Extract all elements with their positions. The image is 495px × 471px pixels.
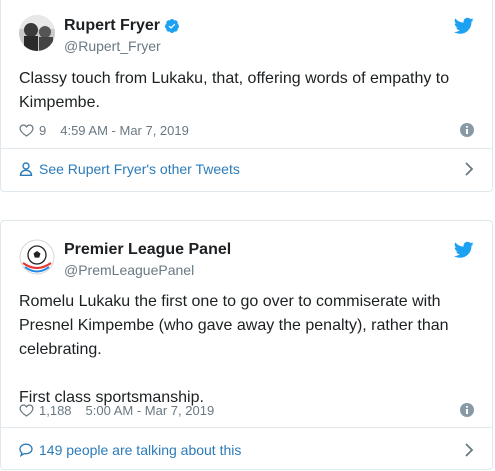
- person-icon: [19, 162, 33, 176]
- twitter-bird-icon[interactable]: [454, 17, 474, 35]
- divider: [1, 148, 492, 149]
- chevron-right-icon[interactable]: [464, 161, 474, 177]
- tweet-text: Classy touch from Lukaku, that, offering…: [19, 70, 450, 111]
- info-icon[interactable]: [460, 123, 474, 137]
- footer-label[interactable]: See Rupert Fryer's other Tweets: [39, 161, 240, 177]
- tweet-card[interactable]: Rupert Fryer @Rupert_Fryer Classy touch …: [0, 0, 493, 192]
- see-other-tweets-link[interactable]: See Rupert Fryer's other Tweets: [19, 159, 474, 179]
- divider: [1, 427, 492, 428]
- heart-icon[interactable]: [19, 123, 34, 137]
- display-name[interactable]: Rupert Fryer: [64, 17, 160, 35]
- twitter-bird-icon[interactable]: [454, 241, 474, 259]
- timestamp[interactable]: 5:00 AM - Mar 7, 2019: [86, 403, 215, 418]
- display-name[interactable]: Premier League Panel: [64, 241, 231, 259]
- user-handle[interactable]: @Rupert_Fryer: [64, 38, 161, 54]
- heart-icon[interactable]: [19, 403, 34, 417]
- speech-bubble-icon: [19, 443, 33, 457]
- timestamp[interactable]: 4:59 AM - Mar 7, 2019: [60, 123, 189, 138]
- verified-badge-icon: [165, 19, 180, 33]
- chevron-right-icon[interactable]: [464, 442, 474, 458]
- avatar[interactable]: [19, 15, 55, 51]
- avatar[interactable]: [19, 239, 55, 275]
- footer-label[interactable]: 149 people are talking about this: [39, 442, 241, 458]
- tweet-card[interactable]: Premier League Panel @PremLeaguePanel Ro…: [0, 220, 493, 470]
- like-count[interactable]: 9: [39, 123, 46, 138]
- tweet-header: Premier League Panel @PremLeaguePanel: [19, 239, 474, 283]
- tweet-text: Romelu Lukaku the first one to go over t…: [19, 293, 449, 406]
- tweet-meta: 1,188 5:00 AM - Mar 7, 2019: [19, 401, 474, 419]
- like-count[interactable]: 1,188: [39, 403, 72, 418]
- conversation-link[interactable]: 149 people are talking about this: [19, 440, 474, 460]
- user-handle[interactable]: @PremLeaguePanel: [64, 262, 194, 278]
- info-icon[interactable]: [460, 403, 474, 417]
- tweet-meta: 9 4:59 AM - Mar 7, 2019: [19, 121, 474, 139]
- tweet-header: Rupert Fryer @Rupert_Fryer: [19, 15, 474, 59]
